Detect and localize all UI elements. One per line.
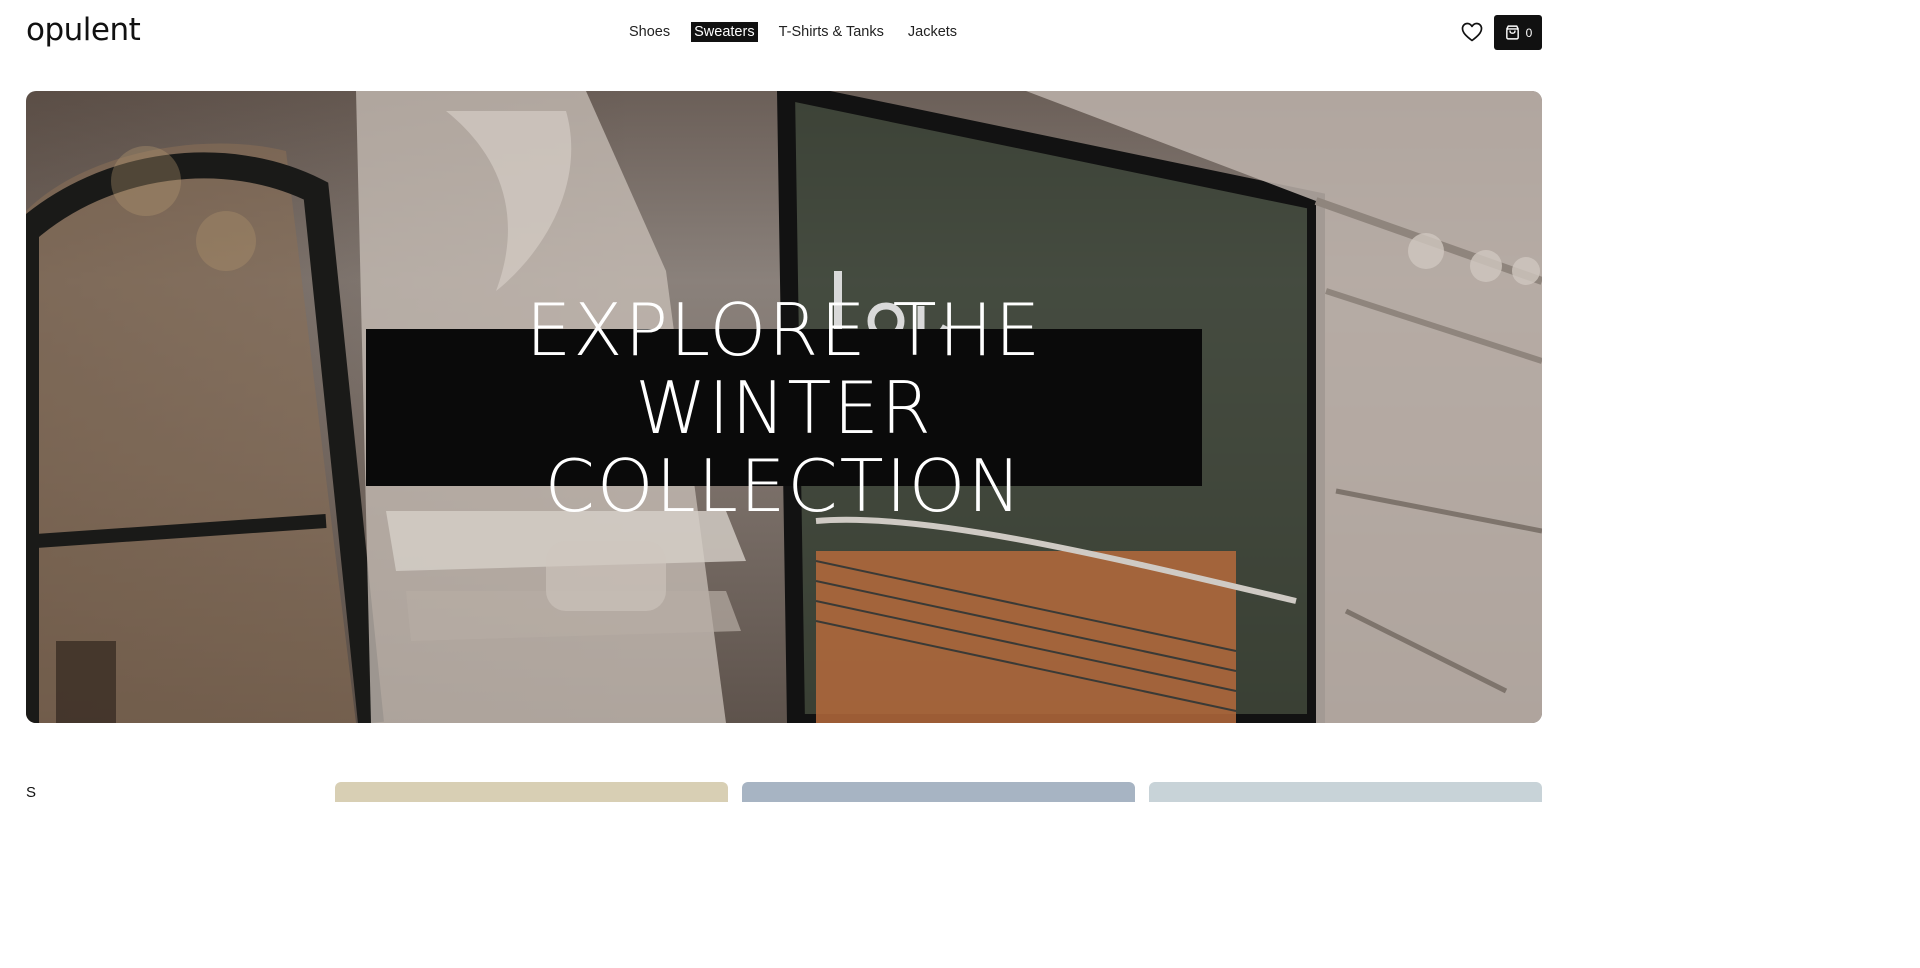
- nav-item-tshirts-tanks[interactable]: T-Shirts & Tanks: [776, 22, 887, 42]
- cart-count-badge: 0: [1525, 25, 1533, 40]
- nav-item-shoes[interactable]: Shoes: [626, 22, 673, 42]
- product-card[interactable]: [335, 782, 728, 802]
- site-header: opulent Shoes Sweaters T-Shirts & Tanks …: [0, 0, 1568, 66]
- hero-title: EXPLORE THE WINTER COLLECTION: [525, 287, 1043, 528]
- hero-banner[interactable]: EXPLORE THE WINTER COLLECTION: [26, 91, 1542, 723]
- wishlist-button[interactable]: [1460, 20, 1484, 44]
- cart-button[interactable]: 0: [1494, 15, 1542, 50]
- product-card[interactable]: [742, 782, 1135, 802]
- brand-logo[interactable]: opulent: [26, 12, 141, 48]
- hero-title-banner: EXPLORE THE WINTER COLLECTION: [366, 291, 1202, 525]
- nav-item-jackets[interactable]: Jackets: [905, 22, 960, 42]
- product-card[interactable]: [1149, 782, 1542, 802]
- nav-item-sweaters[interactable]: Sweaters: [691, 22, 758, 42]
- main-nav: Shoes Sweaters T-Shirts & Tanks Jackets: [626, 22, 978, 42]
- heart-icon: [1461, 22, 1483, 42]
- section-label: S: [26, 784, 37, 801]
- shopping-bag-icon: [1505, 25, 1519, 40]
